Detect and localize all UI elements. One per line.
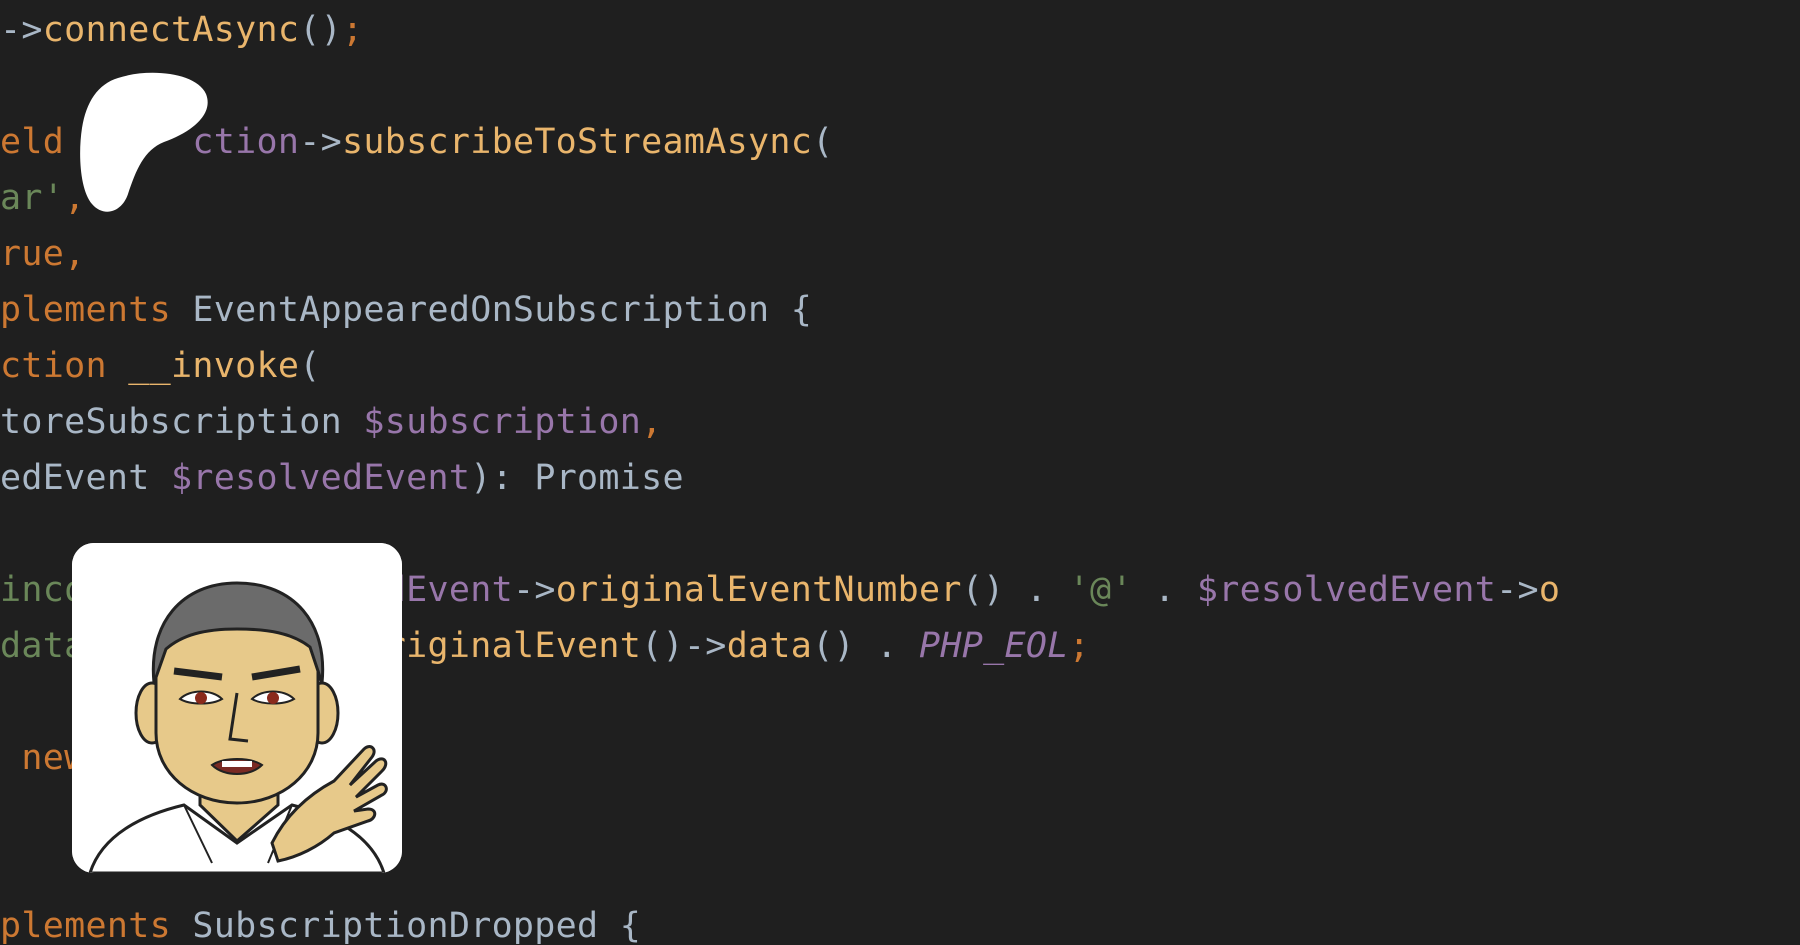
code-token: $resolvedEvent	[1196, 570, 1497, 610]
code-token: originalEvent	[363, 626, 642, 666]
code-token: connectAsync	[42, 10, 300, 50]
avatar-card	[72, 543, 402, 873]
code-token: ()->	[641, 626, 727, 666]
code-token: eld	[0, 122, 86, 162]
code-token: ,	[64, 234, 86, 274]
code-token: plements	[0, 906, 193, 945]
code-line[interactable]: ction __invoke(	[0, 338, 321, 394]
code-token: ()	[299, 10, 342, 50]
code-token: ): Promise	[470, 458, 684, 498]
code-token: data	[726, 626, 813, 666]
code-line[interactable]: edEvent $resolvedEvent): Promise	[0, 450, 684, 506]
code-token: () .	[812, 626, 920, 666]
code-token: () .	[961, 570, 1069, 610]
code-token: ;	[1068, 626, 1091, 666]
code-token: ar'	[0, 178, 65, 218]
code-line[interactable]: toreSubscription $subscription,	[0, 394, 663, 450]
code-line[interactable]: plements SubscriptionDropped {	[0, 898, 641, 945]
code-token: __invoke	[128, 346, 300, 386]
code-token: ction	[0, 346, 129, 386]
code-token: ;	[341, 10, 364, 50]
code-token: .	[1132, 570, 1197, 610]
code-token: $resolvedEvent	[170, 458, 471, 498]
code-token: (	[812, 122, 834, 162]
code-token: subscribeToStreamAsync	[341, 122, 813, 162]
code-token: ->	[512, 570, 556, 610]
code-line[interactable]: ar',	[0, 170, 86, 226]
code-token: (	[299, 346, 321, 386]
code-token: ,	[641, 402, 663, 442]
code-token: toreSubscription	[0, 402, 364, 442]
code-token: ->	[299, 122, 342, 162]
code-token: PHP_EOL	[919, 626, 1069, 666]
code-editor[interactable]: ->connectAsync(); eld ction->subscribeToS…	[0, 0, 1800, 945]
code-token: originalEventNumber	[555, 570, 962, 610]
code-token: o	[1538, 570, 1561, 610]
blob-shape-icon	[80, 72, 208, 212]
avatar-portrait-icon	[72, 543, 402, 873]
code-token: $subscription	[363, 402, 642, 442]
code-token: rue	[0, 234, 65, 274]
code-token: EventAppearedOnSubscription {	[192, 290, 813, 330]
code-line[interactable]: plements EventAppearedOnSubscription {	[0, 282, 812, 338]
code-token: plements	[0, 290, 193, 330]
code-token: edEvent	[0, 458, 171, 498]
code-token: SubscriptionDropped {	[192, 906, 642, 945]
code-line[interactable]: ->connectAsync();	[0, 2, 363, 58]
code-token: '@'	[1068, 570, 1133, 610]
code-token: ->	[1496, 570, 1539, 610]
code-line[interactable]: rue,	[0, 226, 86, 282]
code-token: ->	[0, 10, 43, 50]
